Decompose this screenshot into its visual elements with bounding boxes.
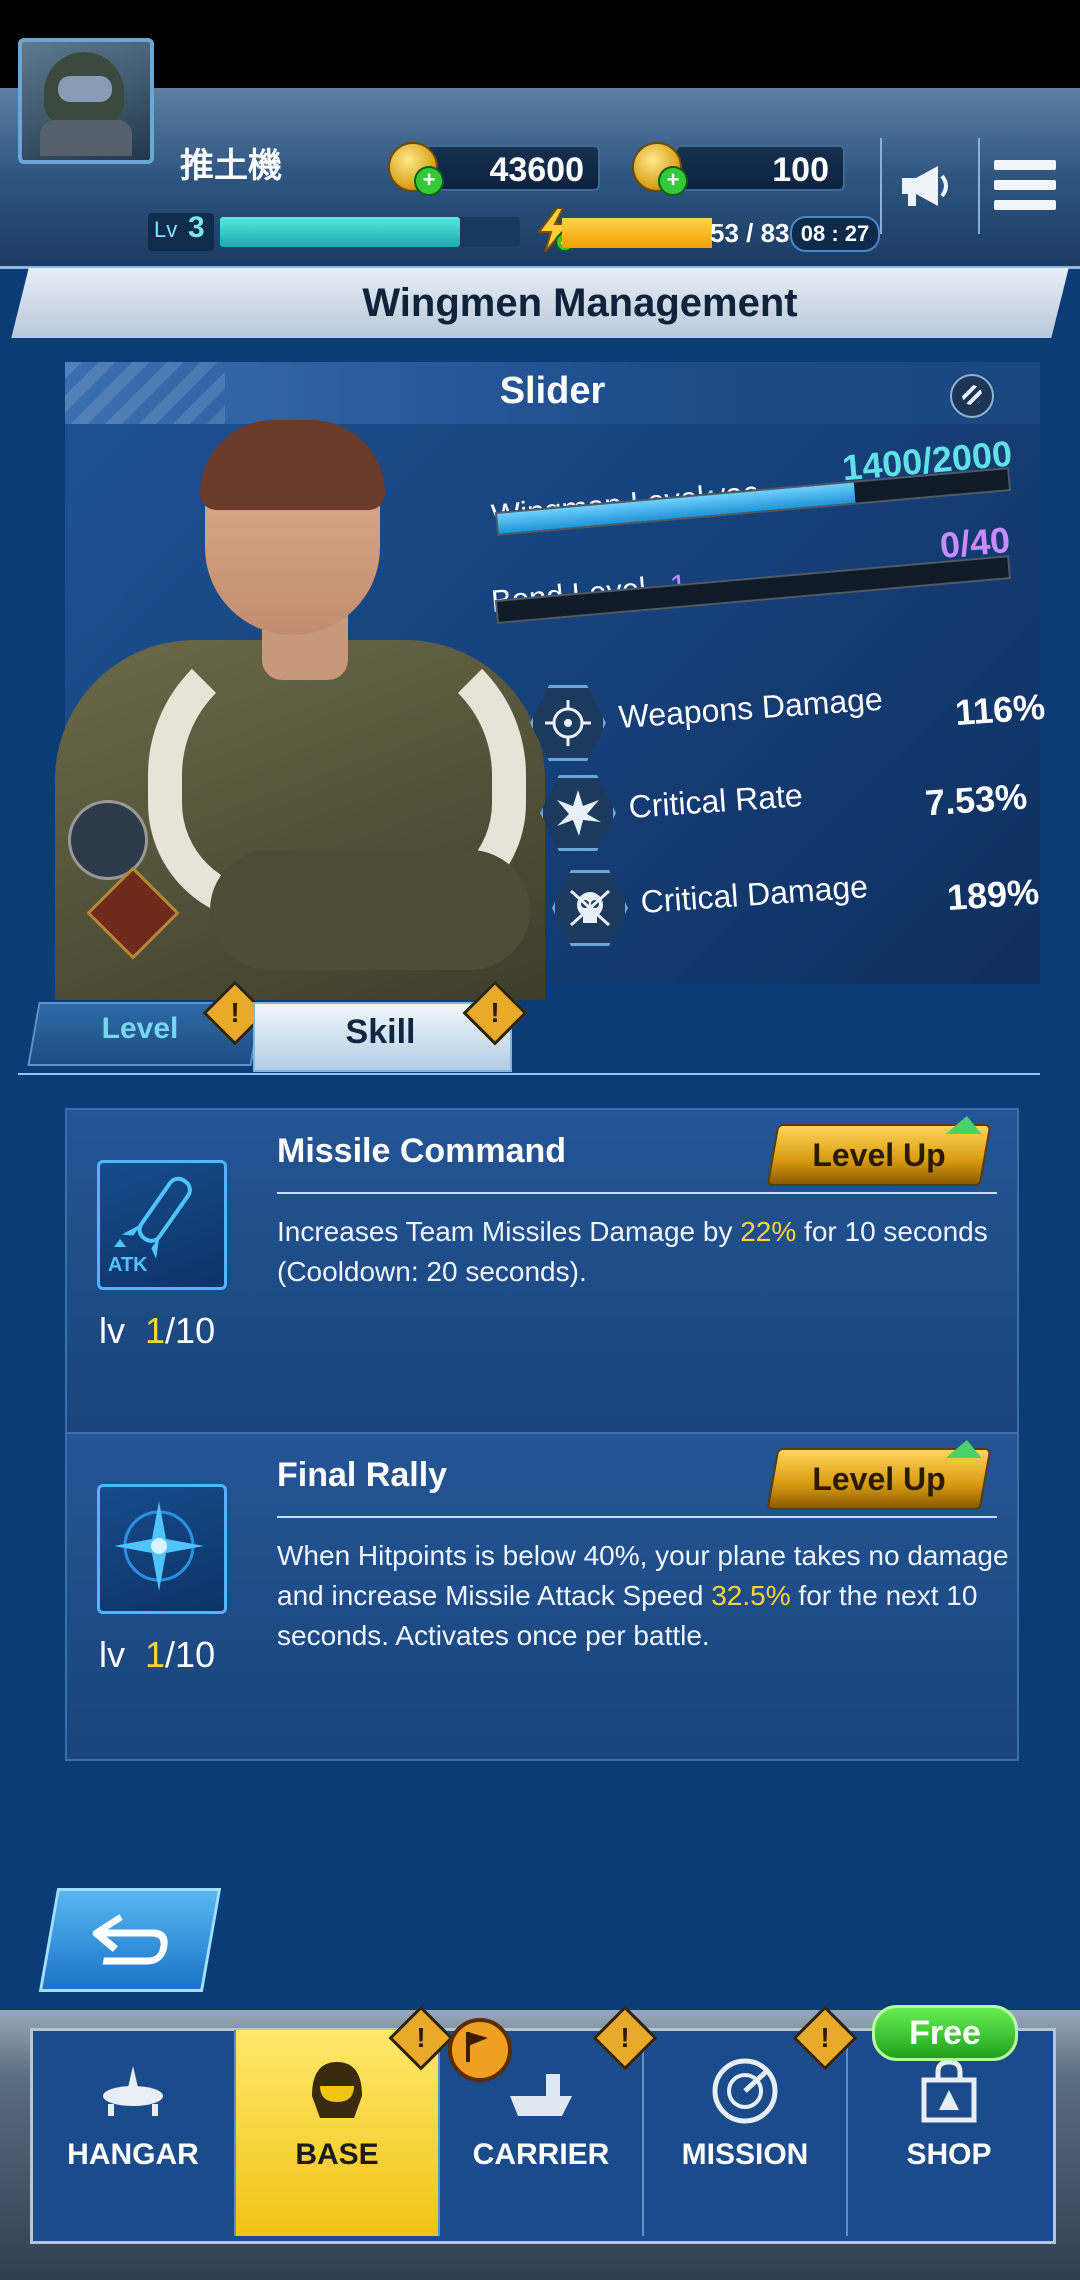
skill-description: When Hitpoints is below 40%, your plane … [277, 1540, 1009, 1651]
level-up-button[interactable]: Level Up [766, 1440, 992, 1510]
skill-card-final-rally: lv 1/10 Final Rally Level Up When Hitpoi… [65, 1432, 1019, 1761]
player-avatar[interactable] [18, 38, 154, 164]
token-amount: 100 [675, 145, 845, 191]
stat-critical-rate: Critical Rate 7.53% [540, 775, 1040, 855]
return-arrow-icon [92, 1914, 168, 1965]
shoulder-patch-icon [68, 800, 148, 880]
skull-icon [552, 870, 628, 946]
carrier-icon [510, 2074, 572, 2116]
skill-level: lv 1/10 [99, 1310, 216, 1351]
skill-title: Final Rally [277, 1456, 448, 1494]
menu-button[interactable] [978, 138, 1070, 234]
status-bar [0, 0, 1080, 88]
stat-weapons-damage: Weapons Damage 116% [530, 681, 1046, 765]
skill-card-missile-command: ATK lv 1/10 Missile Command Level Up Inc… [65, 1108, 1019, 1437]
skill-level: lv 1/10 [99, 1634, 216, 1675]
level-label: Lv [154, 217, 178, 242]
free-badge: Free [872, 2005, 1018, 2061]
energy-count: 53 / 83 [710, 218, 790, 248]
tab-level-label[interactable]: Level [60, 1012, 220, 1046]
token-coin-icon[interactable]: + [632, 142, 688, 196]
energy-timer: 08 : 27 [790, 216, 880, 252]
gold-amount: 43600 [425, 145, 600, 191]
gold-coin-icon[interactable]: + [388, 142, 444, 196]
back-button[interactable] [38, 1888, 222, 1992]
nav-base[interactable]: BASE [236, 2030, 438, 2236]
upgrade-arrow-icon [945, 1440, 985, 1458]
crosshair-icon [530, 685, 606, 761]
nav-hangar[interactable]: HANGAR [32, 2030, 234, 2236]
plane-icon [103, 2066, 163, 2116]
wingman-info-icon[interactable] [950, 374, 994, 418]
wingman-name: Slider [499, 370, 606, 412]
skill-description: Increases Team Missiles Damage by 22% fo… [277, 1216, 988, 1287]
shopping-bag-icon [921, 2059, 977, 2123]
flag-icon [448, 2018, 512, 2082]
skill-title: Missile Command [277, 1132, 567, 1170]
radar-icon [712, 2058, 778, 2124]
player-name: 推土機 [180, 147, 282, 185]
atk-tag: ATK [108, 1254, 148, 1276]
pilot-helmet-icon [312, 2062, 362, 2118]
upgrade-arrow-icon [945, 1116, 985, 1134]
energy-bar-fill [562, 218, 712, 248]
level-up-button[interactable]: Level Up [766, 1116, 992, 1186]
burst-icon [540, 775, 616, 851]
announcement-button[interactable] [880, 138, 972, 234]
star-compass-icon[interactable] [97, 1484, 227, 1614]
missile-icon[interactable]: ATK [97, 1160, 227, 1290]
level-value: 3 [188, 211, 205, 244]
page-title: Wingmen Management [362, 281, 798, 325]
stat-critical-damage: Critical Damage 189% [552, 868, 1052, 950]
tab-divider [18, 1073, 1040, 1075]
megaphone-icon [902, 166, 948, 206]
xp-bar-fill [220, 217, 460, 247]
